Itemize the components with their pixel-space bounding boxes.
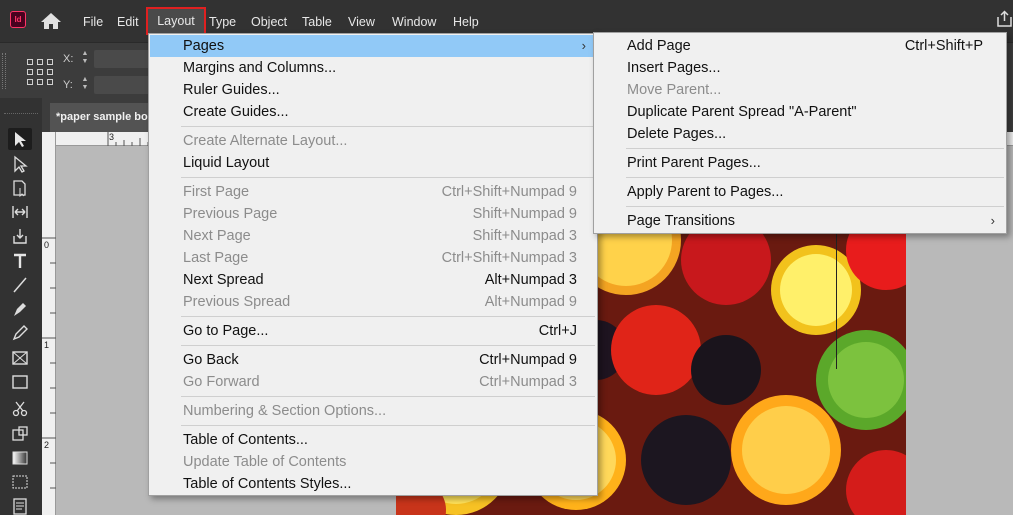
menu-edit[interactable]: Edit — [117, 14, 139, 30]
share-icon[interactable] — [996, 10, 1013, 28]
menu-separator — [181, 345, 595, 346]
tools-panel-header[interactable] — [4, 102, 38, 114]
page-tool-icon[interactable] — [8, 177, 32, 199]
menu-item-update-toc[interactable]: Update Table of Contents — [150, 451, 596, 473]
menu-item-ruler-guides[interactable]: Ruler Guides... — [150, 79, 596, 101]
free-transform-icon[interactable] — [8, 423, 32, 445]
vertical-ruler[interactable]: 0 1 2 — [42, 132, 56, 515]
rectangle-tool-icon[interactable] — [8, 371, 32, 393]
submenu-item-add-page[interactable]: Add Page Ctrl+Shift+P — [595, 35, 1005, 57]
menu-item-next-page[interactable]: Next Page Shift+Numpad 3 — [150, 225, 596, 247]
direct-selection-tool-icon[interactable] — [8, 153, 32, 175]
pen-tool-icon[interactable] — [8, 298, 32, 320]
pages-submenu: Add Page Ctrl+Shift+P Insert Pages... Mov… — [593, 32, 1007, 234]
y-field[interactable] — [94, 76, 150, 94]
ruler-tick-label: 0 — [44, 240, 50, 250]
menu-help[interactable]: Help — [453, 14, 479, 30]
indesign-logo: Id — [10, 11, 26, 28]
pencil-tool-icon[interactable] — [8, 322, 32, 344]
submenu-arrow-icon: › — [581, 38, 586, 53]
menu-separator — [181, 126, 595, 127]
ruler-tick-label: 2 — [44, 440, 50, 450]
submenu-item-apply-parent[interactable]: Apply Parent to Pages... — [595, 181, 1005, 203]
menu-item-next-spread[interactable]: Next Spread Alt+Numpad 3 — [150, 269, 596, 291]
x-stepper-icon[interactable]: ▲ ▼ — [78, 50, 92, 68]
menu-item-previous-spread[interactable]: Previous Spread Alt+Numpad 9 — [150, 291, 596, 313]
submenu-arrow-icon: › — [990, 213, 995, 228]
gradient-swatch-icon[interactable] — [8, 447, 32, 469]
layout-menu: Pages › Margins and Columns... Ruler Gui… — [148, 33, 598, 496]
menu-item-last-page[interactable]: Last Page Ctrl+Shift+Numpad 3 — [150, 247, 596, 269]
menu-item-liquid-layout[interactable]: Liquid Layout — [150, 152, 596, 174]
menu-item-first-page[interactable]: First Page Ctrl+Shift+Numpad 9 — [150, 181, 596, 203]
menu-separator — [181, 316, 595, 317]
menu-object[interactable]: Object — [251, 14, 287, 30]
submenu-item-delete-pages[interactable]: Delete Pages... — [595, 123, 1005, 145]
submenu-item-print-parent-pages[interactable]: Print Parent Pages... — [595, 152, 1005, 174]
menu-item-go-back[interactable]: Go Back Ctrl+Numpad 9 — [150, 349, 596, 371]
selection-tool-icon[interactable] — [8, 128, 32, 150]
menu-item-go-forward[interactable]: Go Forward Ctrl+Numpad 3 — [150, 371, 596, 393]
menu-item-pages[interactable]: Pages › — [150, 35, 596, 57]
ruler-tick-label: 3 — [109, 132, 115, 142]
ruler-tick-label: 1 — [44, 340, 50, 350]
submenu-item-duplicate-parent-spread[interactable]: Duplicate Parent Spread "A-Parent" — [595, 101, 1005, 123]
submenu-item-page-transitions[interactable]: Page Transitions › — [595, 210, 1005, 232]
content-collector-icon[interactable] — [8, 225, 32, 247]
reference-point-icon[interactable] — [27, 59, 53, 85]
menu-separator — [181, 396, 595, 397]
rectangle-frame-icon[interactable] — [8, 347, 32, 369]
y-stepper-icon[interactable]: ▲ ▼ — [78, 76, 92, 94]
menu-view[interactable]: View — [348, 14, 375, 30]
submenu-item-move-parent[interactable]: Move Parent... — [595, 79, 1005, 101]
menu-type[interactable]: Type — [209, 14, 236, 30]
menu-item-toc-styles[interactable]: Table of Contents Styles... — [150, 473, 596, 495]
menu-file[interactable]: File — [83, 14, 103, 30]
menu-table[interactable]: Table — [302, 14, 332, 30]
menu-item-go-to-page[interactable]: Go to Page... Ctrl+J — [150, 320, 596, 342]
menu-separator — [626, 148, 1004, 149]
menu-separator — [626, 206, 1004, 207]
indesign-window: Id File Edit Layout Type Object Table Vi… — [0, 0, 1013, 515]
menu-item-numbering-section[interactable]: Numbering & Section Options... — [150, 400, 596, 422]
menu-separator — [181, 425, 595, 426]
menu-item-previous-page[interactable]: Previous Page Shift+Numpad 9 — [150, 203, 596, 225]
panel-grip[interactable] — [2, 53, 6, 89]
scissors-icon[interactable] — [8, 398, 32, 420]
home-icon[interactable] — [40, 12, 62, 30]
note-tool-icon[interactable] — [8, 495, 32, 515]
x-field[interactable] — [94, 50, 150, 68]
menu-layout[interactable]: Layout — [146, 7, 206, 35]
menu-item-create-guides[interactable]: Create Guides... — [150, 101, 596, 123]
menu-separator — [626, 177, 1004, 178]
tools-panel — [0, 98, 42, 515]
y-label: Y: — [63, 79, 73, 91]
gap-tool-icon[interactable] — [8, 201, 32, 223]
menu-window[interactable]: Window — [392, 14, 436, 30]
menu-separator — [181, 177, 595, 178]
x-label: X: — [63, 53, 74, 65]
menu-item-margins-columns[interactable]: Margins and Columns... — [150, 57, 596, 79]
menu-item-table-of-contents[interactable]: Table of Contents... — [150, 429, 596, 451]
menu-item-create-alternate-layout[interactable]: Create Alternate Layout... — [150, 130, 596, 152]
line-tool-icon[interactable] — [8, 274, 32, 296]
gradient-feather-icon[interactable] — [8, 471, 32, 493]
submenu-item-insert-pages[interactable]: Insert Pages... — [595, 57, 1005, 79]
type-tool-icon[interactable] — [8, 250, 32, 272]
